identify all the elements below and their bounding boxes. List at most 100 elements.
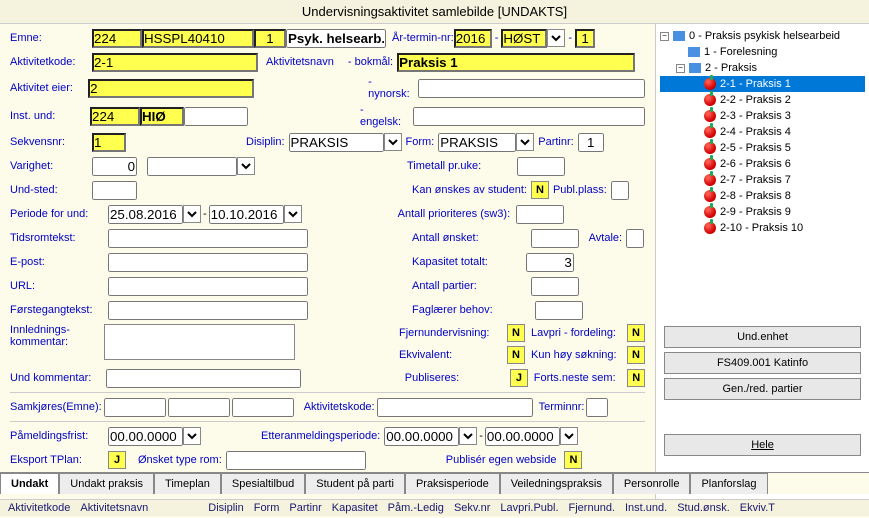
- apple-icon: [704, 110, 716, 122]
- innlednings-kommentar-input[interactable]: [104, 324, 295, 360]
- publ-plass-input[interactable]: [611, 181, 629, 200]
- aktivitetskode2-input[interactable]: [377, 398, 533, 417]
- samkjores-3-input[interactable]: [232, 398, 294, 417]
- tab-veiledningspraksis[interactable]: Veiledningspraksis: [500, 473, 613, 494]
- tree-leaf[interactable]: 2-10 - Praksis 10: [660, 220, 865, 236]
- collapse-icon[interactable]: −: [660, 32, 669, 41]
- label-fjernundervisning: Fjernundervisning:: [399, 327, 507, 339]
- ekvivalent-flag[interactable]: N: [507, 346, 525, 364]
- pameldingsfrist-input[interactable]: [108, 427, 183, 446]
- tab-student-pa-parti[interactable]: Student på parti: [305, 473, 405, 494]
- tree-leaf[interactable]: 2-5 - Praksis 5: [660, 140, 865, 156]
- label-varighet: Varighet:: [10, 160, 92, 172]
- tab-spesialtilbud[interactable]: Spesialtilbud: [221, 473, 305, 494]
- kun-hoy-sokning-flag[interactable]: N: [627, 346, 645, 364]
- emne-4-input[interactable]: [286, 29, 386, 48]
- instund-1-input[interactable]: [90, 107, 140, 126]
- epost-input[interactable]: [108, 253, 308, 272]
- partinr-input[interactable]: [578, 133, 604, 152]
- und-kommentar-input[interactable]: [106, 369, 301, 388]
- forstegangtekst-input[interactable]: [108, 301, 308, 320]
- tree-leaf[interactable]: 2-9 - Praksis 9: [660, 204, 865, 220]
- kapasitet-totalt-input[interactable]: [526, 253, 574, 272]
- disiplin-input[interactable]: [289, 133, 384, 152]
- etter-end-dropdown[interactable]: [560, 427, 578, 445]
- navn-bokmal-input[interactable]: [397, 53, 635, 72]
- tab-planforslag[interactable]: Planforslag: [690, 473, 767, 494]
- und-enhet-button[interactable]: Und.enhet: [664, 326, 861, 348]
- label-kan-onskes: Kan ønskes av student:: [412, 184, 527, 196]
- eksport-tplan-flag[interactable]: J: [108, 451, 126, 469]
- tab-timeplan[interactable]: Timeplan: [154, 473, 221, 494]
- sekvensnr-input[interactable]: [92, 133, 126, 152]
- etter-end-input[interactable]: [485, 427, 560, 446]
- etter-start-input[interactable]: [384, 427, 459, 446]
- tree-leaf[interactable]: 2-6 - Praksis 6: [660, 156, 865, 172]
- periode-end-input[interactable]: [209, 205, 284, 224]
- aktivitetkode-input[interactable]: [92, 53, 258, 72]
- pameldingsfrist-dropdown[interactable]: [183, 427, 201, 445]
- form-dropdown[interactable]: [516, 133, 534, 151]
- hele-button[interactable]: Hele: [664, 434, 861, 456]
- fjernundervisning-flag[interactable]: N: [507, 324, 525, 342]
- tree-leaf[interactable]: 2-1 - Praksis 1: [660, 76, 865, 92]
- apple-icon: [704, 158, 716, 170]
- emne-3-input[interactable]: [254, 29, 286, 48]
- tree-leaf[interactable]: 2-7 - Praksis 7: [660, 172, 865, 188]
- termin-input[interactable]: [501, 29, 547, 48]
- tab-praksisperiode[interactable]: Praksisperiode: [405, 473, 500, 494]
- tab-undakt[interactable]: Undakt: [0, 473, 59, 494]
- timetall-input[interactable]: [517, 157, 565, 176]
- avtale-input[interactable]: [626, 229, 644, 248]
- instund-2-input[interactable]: [140, 107, 184, 126]
- forts-neste-sem-flag[interactable]: N: [627, 369, 645, 387]
- tree-leaf[interactable]: 2-8 - Praksis 8: [660, 188, 865, 204]
- disiplin-dropdown[interactable]: [384, 133, 402, 151]
- emne-2-input[interactable]: [142, 29, 254, 48]
- form-panel: Emne: År-termin-nr: - - Aktivitetkode: A…: [0, 24, 655, 516]
- samkjores-2-input[interactable]: [168, 398, 230, 417]
- url-input[interactable]: [108, 277, 308, 296]
- emne-1-input[interactable]: [92, 29, 142, 48]
- form-input[interactable]: [438, 133, 516, 152]
- periode-start-input[interactable]: [108, 205, 183, 224]
- onsket-type-rom-input[interactable]: [226, 451, 366, 470]
- samkjores-1-input[interactable]: [104, 398, 166, 417]
- aktivitet-eier-input[interactable]: [88, 79, 254, 98]
- tree-leaf[interactable]: 2-2 - Praksis 2: [660, 92, 865, 108]
- terminnr-input[interactable]: [586, 398, 608, 417]
- gen-red-partier-button[interactable]: Gen./red. partier: [664, 378, 861, 400]
- publiseres-flag[interactable]: J: [510, 369, 528, 387]
- varighet-extra-input[interactable]: [147, 157, 237, 176]
- label-publiseres: Publiseres:: [405, 372, 510, 384]
- termin-dropdown[interactable]: [547, 29, 565, 47]
- antall-partier-input[interactable]: [531, 277, 579, 296]
- und-sted-input[interactable]: [92, 181, 137, 200]
- kan-onskes-flag[interactable]: N: [531, 181, 549, 199]
- varighet-dropdown[interactable]: [237, 157, 255, 175]
- varighet-input[interactable]: [92, 157, 137, 176]
- termin-nr-input[interactable]: [575, 29, 595, 48]
- tree-node-2[interactable]: − 2 - Praksis: [660, 60, 865, 76]
- faglarer-behov-input[interactable]: [535, 301, 583, 320]
- lavpri-fordeling-flag[interactable]: N: [627, 324, 645, 342]
- collapse-icon[interactable]: −: [676, 64, 685, 73]
- publiser-egen-webside-flag[interactable]: N: [564, 451, 582, 469]
- etter-start-dropdown[interactable]: [459, 427, 477, 445]
- tree-root[interactable]: − 0 - Praksis psykisk helsearbeid: [660, 28, 865, 44]
- periode-end-dropdown[interactable]: [284, 205, 302, 223]
- periode-start-dropdown[interactable]: [183, 205, 201, 223]
- antall-onsket-input[interactable]: [531, 229, 579, 248]
- tidsromtekst-input[interactable]: [108, 229, 308, 248]
- navn-nynorsk-input[interactable]: [418, 79, 645, 98]
- katinfo-button[interactable]: FS409.001 Katinfo: [664, 352, 861, 374]
- tree-leaf[interactable]: 2-3 - Praksis 3: [660, 108, 865, 124]
- ar-input[interactable]: [454, 29, 492, 48]
- antall-prioriteres-input[interactable]: [516, 205, 564, 224]
- tab-undakt-praksis[interactable]: Undakt praksis: [59, 473, 154, 494]
- tab-personrolle[interactable]: Personrolle: [613, 473, 691, 494]
- instund-3-input[interactable]: [184, 107, 248, 126]
- tree-node-1[interactable]: 1 - Forelesning: [660, 44, 865, 60]
- tree-leaf[interactable]: 2-4 - Praksis 4: [660, 124, 865, 140]
- navn-engelsk-input[interactable]: [413, 107, 645, 126]
